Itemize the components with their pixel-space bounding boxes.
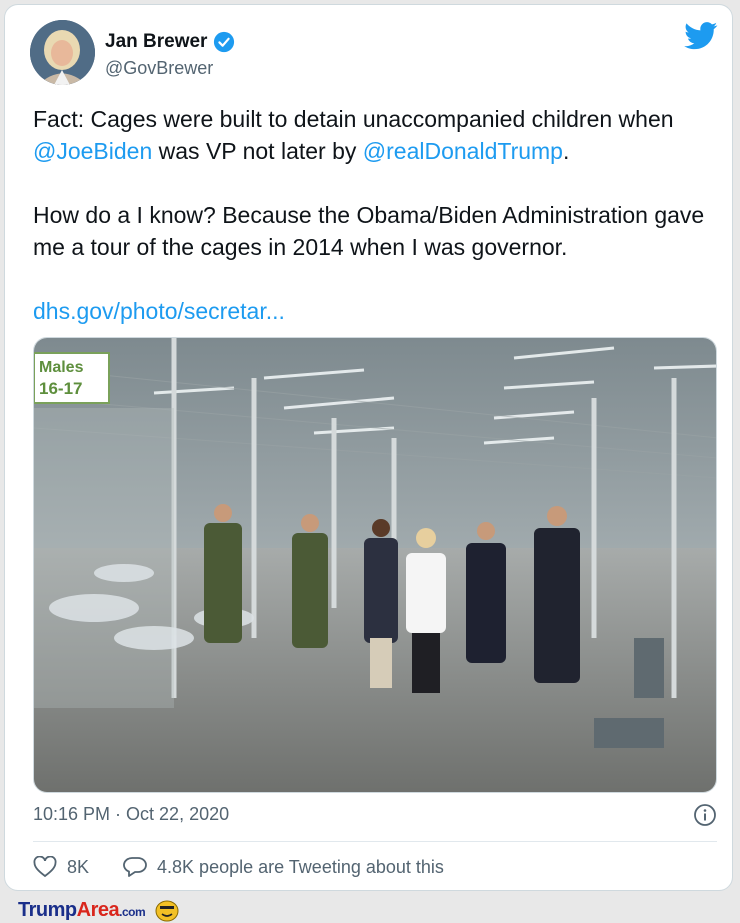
author-handle[interactable]: @GovBrewer — [105, 58, 213, 79]
tweet-paragraph-2: How do a I know? Because the Obama/Biden… — [33, 202, 705, 260]
twitter-bird-icon[interactable] — [684, 22, 718, 50]
avatar[interactable] — [30, 20, 95, 85]
watermark-logo: TrumpArea.com — [18, 899, 146, 921]
tweet-text: Fact: Cages were built to detain unaccom… — [33, 103, 723, 327]
tweet-photo[interactable]: Males 16-17 — [33, 337, 717, 793]
like-count[interactable]: 8K — [67, 857, 89, 878]
tweet-paragraph-1: Fact: Cages were built to detain unaccom… — [33, 106, 674, 164]
mention-joebiden[interactable]: @JoeBiden — [33, 138, 152, 164]
watermark: TrumpArea.com — [18, 899, 179, 922]
smiley-icon — [155, 900, 179, 921]
tweeting-about-text[interactable]: 4.8K people are Tweeting about this — [157, 857, 444, 878]
heart-icon[interactable] — [33, 856, 57, 878]
mention-realdonaldtrump[interactable]: @realDonaldTrump — [363, 138, 563, 164]
verified-badge-icon — [214, 31, 235, 53]
photo-sign-line2: 16-17 — [39, 379, 82, 398]
divider — [33, 841, 717, 842]
photo-sign-line1: Males — [39, 359, 84, 376]
tweet-timestamp[interactable]: 10:16 PM · Oct 22, 2020 — [33, 804, 229, 825]
reply-bubble-icon[interactable] — [123, 856, 147, 878]
tweet-link[interactable]: dhs.gov/photo/secretar... — [33, 298, 285, 324]
info-icon[interactable] — [693, 803, 717, 827]
tweet-actions: 8K 4.8K people are Tweeting about this — [33, 856, 444, 878]
tweet-card: Jan Brewer @GovBrewer Fact: Cages were b… — [4, 4, 733, 891]
author-name[interactable]: Jan Brewer — [105, 31, 207, 53]
